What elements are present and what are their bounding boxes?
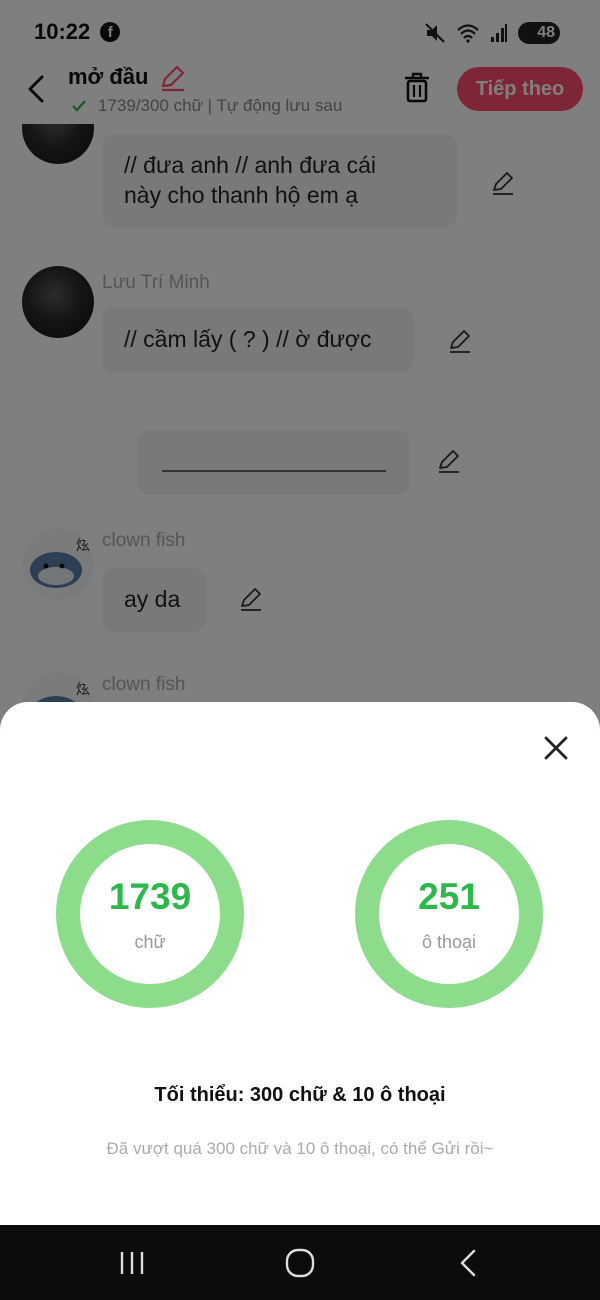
close-icon[interactable] [542,734,570,762]
dialog-count-value: 251 [418,876,480,917]
dialog-count-ring: 251 ô thoại [355,820,543,1008]
stats-sheet: 1739 chữ 251 ô thoại Tối thiểu: 300 chữ … [0,702,600,1225]
dialog-count-label: ô thoại [421,932,477,952]
back-nav-button[interactable] [448,1247,488,1279]
recent-apps-button[interactable] [112,1247,152,1279]
word-count-label: chữ [134,932,166,952]
word-count-ring: 1739 chữ [56,820,244,1008]
system-nav-bar [0,1225,600,1300]
submit-hint: Đã vượt quá 300 chữ và 10 ô thoại, có th… [106,1139,494,1158]
word-count-value: 1739 [108,876,192,917]
home-button[interactable] [280,1247,320,1279]
minimum-requirement: Tối thiểu: 300 chữ & 10 ô thoại [154,1084,446,1106]
